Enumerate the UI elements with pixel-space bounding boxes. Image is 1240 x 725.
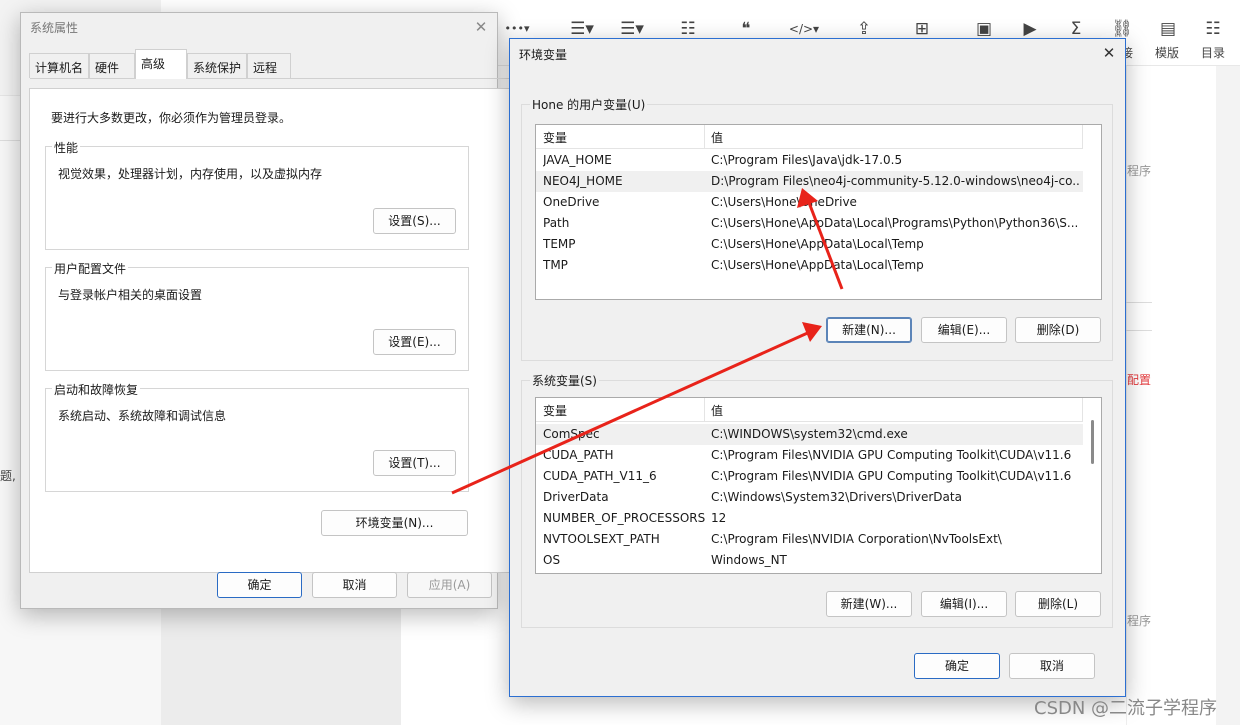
arrow-to-new-button <box>451 329 813 495</box>
watermark: CSDN @二流子学程序 <box>1034 698 1218 719</box>
tab-advanced[interactable]: 高级 <box>135 49 187 79</box>
annotation-overlay <box>451 188 844 495</box>
arrow-to-neo4j-row <box>806 199 844 290</box>
arrow-head-neo4j-row <box>797 188 818 208</box>
annotation-arrows <box>451 188 844 495</box>
arrow-head-new-button <box>802 322 822 342</box>
